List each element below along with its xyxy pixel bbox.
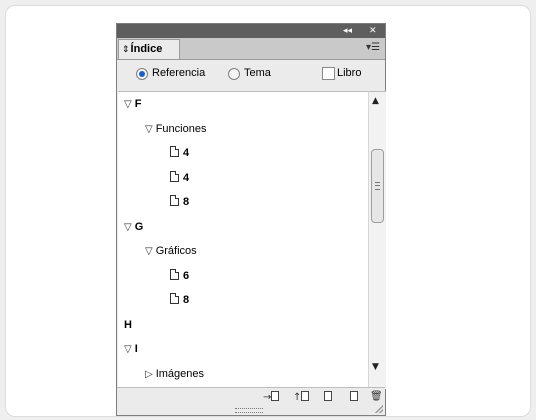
page-document-icon (170, 195, 179, 206)
close-panel-icon[interactable]: ✕ (369, 24, 377, 38)
page-document-icon (170, 146, 179, 157)
scroll-down-icon[interactable]: ▼ (372, 362, 379, 372)
vertical-scrollbar[interactable]: ▲ ▼ (368, 91, 386, 389)
entry-label: 8 (183, 294, 190, 306)
letter-section-row[interactable]: ▽ F (124, 96, 141, 112)
entry-label: Gráficos (155, 245, 197, 257)
letter-section-row[interactable]: ▽ I (124, 341, 138, 357)
panel-bottom-toolbar: → ↑ 🗑 (117, 387, 385, 415)
new-index-entry-icon[interactable] (350, 391, 358, 403)
entry-label: F (134, 98, 142, 110)
tab-indice[interactable]: ⇕Índice (118, 39, 180, 59)
entry-label: 4 (183, 147, 190, 159)
radio-tema[interactable] (228, 68, 240, 80)
scroll-thumb[interactable] (371, 149, 384, 223)
index-panel: ◂◂ ✕ ⇕Índice ▾☰ Referencia Tema Libro ▽ F… (116, 23, 386, 416)
expanded-triangle-icon[interactable]: ▽ (145, 244, 153, 260)
checkbox-libro-label: Libro (337, 67, 362, 79)
entry-label: I (134, 343, 138, 355)
page-document-icon (170, 170, 179, 182)
scroll-grip-icon (375, 182, 380, 190)
panel-title-bar[interactable]: ◂◂ ✕ (117, 24, 385, 38)
expanded-triangle-icon[interactable]: ▽ (124, 220, 132, 236)
resize-corner-icon[interactable] (375, 405, 383, 413)
index-entry-list[interactable]: ▽ F ▽ Funciones 4 4 8 ▽ G ▽ Gráficos 6 8 H ▽ I ▷ Imágenes (118, 91, 368, 389)
generate-index-icon[interactable] (324, 391, 332, 403)
panel-tab-row: ⇕Índice ▾☰ (117, 38, 385, 60)
entry-label: G (134, 220, 144, 233)
entry-label: 8 (183, 196, 190, 208)
entry-label: Imágenes (155, 367, 205, 380)
page-reference-row[interactable]: 8 (170, 194, 189, 210)
page-document-icon (170, 268, 179, 280)
panel-resize-grip[interactable] (235, 408, 263, 413)
tab-arrows-icon: ⇕ (122, 44, 130, 54)
radio-tema-label: Tema (244, 67, 271, 79)
page-reference-row[interactable]: 6 (170, 268, 189, 284)
topic-row[interactable]: ▽ Funciones (145, 121, 206, 137)
topic-row[interactable]: ▷ Imágenes (145, 366, 204, 382)
radio-referencia-label: Referencia (152, 67, 206, 79)
scroll-up-icon[interactable]: ▲ (372, 96, 379, 106)
expanded-triangle-icon[interactable]: ▽ (145, 122, 153, 138)
expanded-triangle-icon[interactable]: ▽ (124, 342, 132, 358)
entry-label: H (124, 318, 132, 331)
update-preview-icon[interactable]: ↑ (293, 391, 310, 403)
collapse-panel-icon[interactable]: ◂◂ (343, 24, 352, 38)
expanded-triangle-icon[interactable]: ▽ (124, 97, 132, 113)
topic-row[interactable]: ▽ Gráficos (145, 243, 197, 259)
page-reference-row[interactable]: 8 (170, 292, 189, 308)
page-reference-row[interactable]: 4 (170, 170, 189, 186)
delete-entry-icon[interactable]: 🗑 (370, 391, 383, 403)
entry-label: 4 (183, 171, 190, 184)
entry-label: Funciones (155, 122, 207, 135)
entry-label: 6 (183, 269, 190, 282)
checkbox-libro[interactable] (322, 67, 335, 80)
letter-section-row[interactable]: ▽ G (124, 219, 143, 235)
collapsed-triangle-icon[interactable]: ▷ (145, 367, 153, 383)
go-to-selected-marker-icon[interactable]: → (263, 391, 280, 403)
letter-section-row[interactable]: H (124, 317, 132, 333)
panel-menu-icon[interactable]: ▾☰ (366, 42, 380, 53)
tab-indice-label: Índice (130, 43, 163, 55)
index-mode-options: Referencia Tema Libro (117, 60, 385, 90)
radio-referencia[interactable] (136, 68, 148, 80)
page-document-icon (170, 293, 179, 304)
page-reference-row[interactable]: 4 (170, 145, 189, 161)
